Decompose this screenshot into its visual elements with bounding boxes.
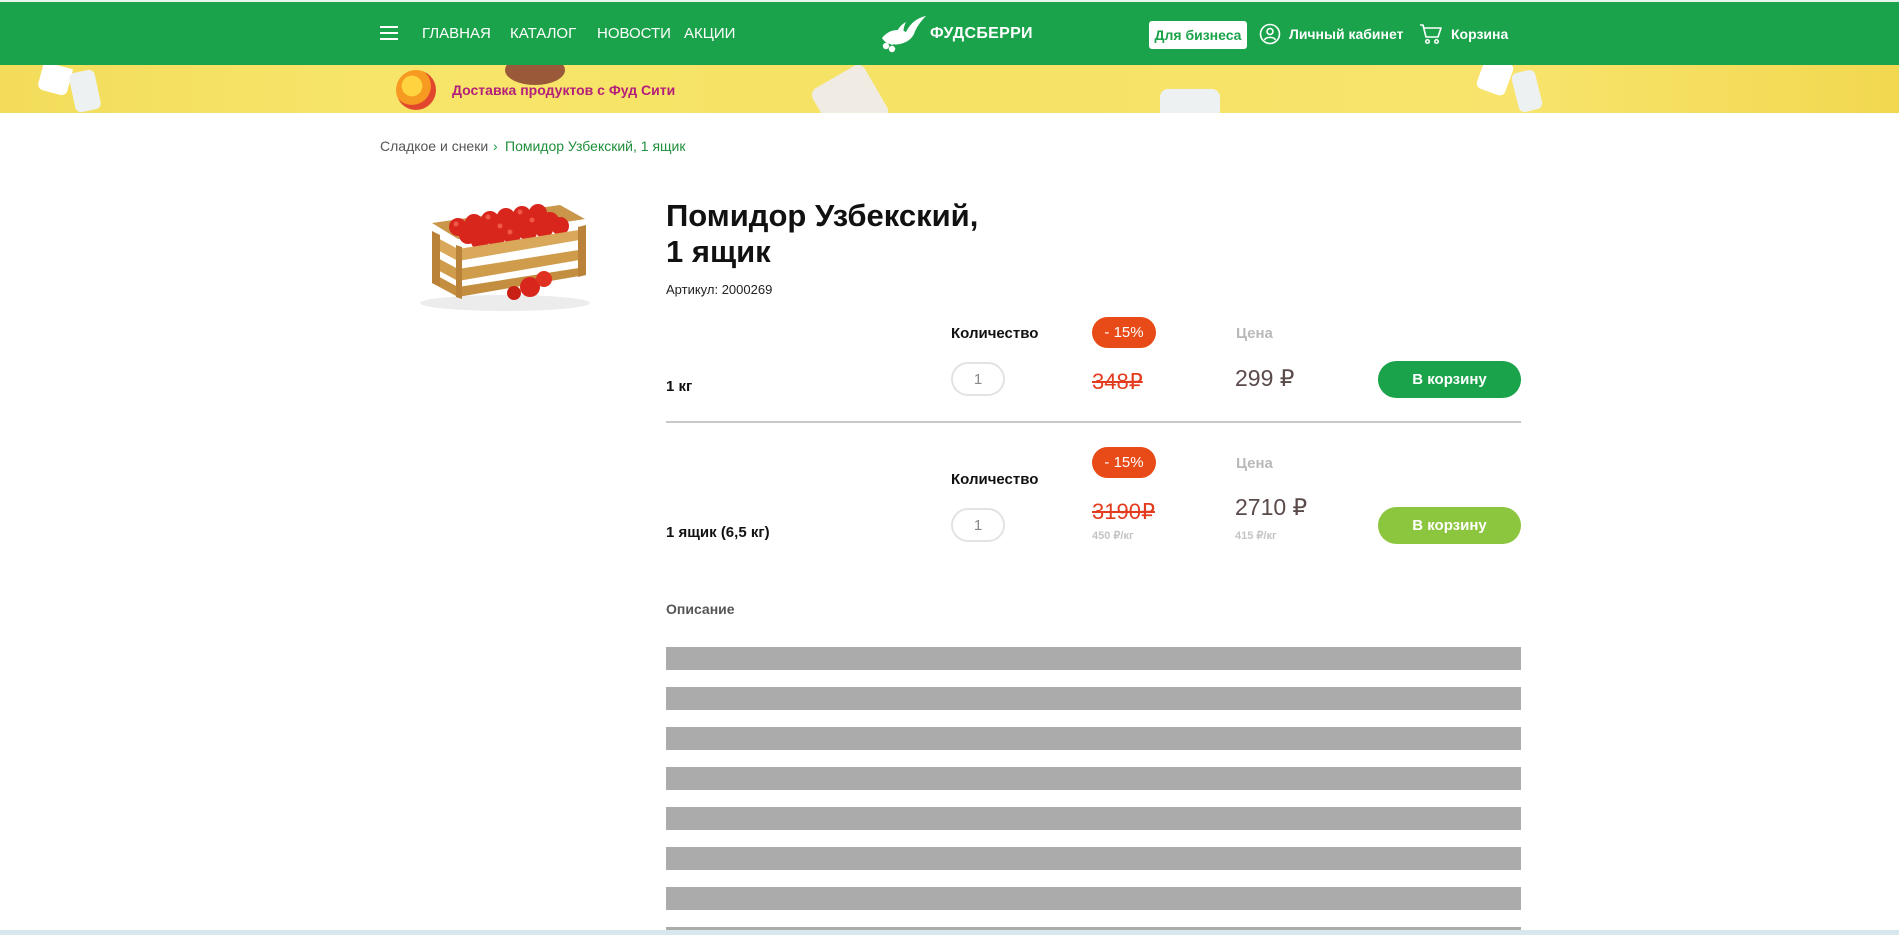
cart-icon <box>1420 24 1442 45</box>
add-to-cart-button[interactable]: В корзину <box>1378 361 1521 398</box>
cart-link[interactable]: Корзина <box>1419 19 1508 49</box>
banner-text: Доставка продуктов с Фуд Сити <box>452 82 676 98</box>
discount-badge: - 15% <box>1092 447 1156 478</box>
quantity-label: Количество <box>951 471 1039 488</box>
product-image <box>420 204 590 311</box>
old-price-per-kg: 450 ₽/кг <box>1092 530 1134 542</box>
banner-decoration <box>1160 89 1220 113</box>
cart-label: Корзина <box>1451 26 1509 42</box>
new-price: 2710 ₽ <box>1235 494 1308 520</box>
business-button[interactable]: Для бизнеса <box>1149 21 1247 49</box>
quantity-label: Количество <box>951 325 1039 342</box>
nav-catalog[interactable]: КАТАЛОГ <box>510 25 576 42</box>
banner-decoration <box>809 65 891 113</box>
product-title-line1: Помидор Узбекский, <box>666 198 979 233</box>
description-label: Описание <box>666 601 735 617</box>
window-bottom-edge <box>0 930 1899 935</box>
price-label: Цена <box>1236 325 1273 342</box>
chevron-right-icon: › <box>493 138 498 154</box>
banner-decoration <box>1510 68 1544 113</box>
description-placeholder <box>666 807 1521 830</box>
site-logo[interactable]: ФУДСБЕРРИ <box>876 14 1033 54</box>
price-label: Цена <box>1236 455 1273 472</box>
promo-banner[interactable]: Доставка продуктов с Фуд Сити <box>0 65 1899 113</box>
offer-unit: 1 кг <box>666 378 693 395</box>
account-link[interactable]: Личный кабинет <box>1259 19 1403 49</box>
product-sku: Артикул: 2000269 <box>666 282 773 297</box>
banner-decoration <box>1475 65 1515 98</box>
discount-badge: - 15% <box>1092 317 1156 348</box>
breadcrumb-current[interactable]: Помидор Узбекский, 1 ящик <box>505 138 686 154</box>
new-price-per-kg: 415 ₽/кг <box>1235 530 1277 542</box>
site-header: ГЛАВНАЯ КАТАЛОГ НОВОСТИ АКЦИИ ФУДСБЕРРИ … <box>0 0 1899 65</box>
offer-divider <box>666 421 1521 423</box>
account-label: Личный кабинет <box>1289 26 1404 42</box>
breadcrumb-category[interactable]: Сладкое и снеки <box>380 138 488 154</box>
description-placeholder <box>666 767 1521 790</box>
old-price: 3190₽ <box>1092 499 1155 524</box>
description-placeholder <box>666 687 1521 710</box>
product-title-line2: 1 ящик <box>666 234 771 269</box>
nav-promotions[interactable]: АКЦИИ <box>684 25 735 42</box>
old-price: 348₽ <box>1092 369 1143 394</box>
quantity-input[interactable] <box>951 362 1005 396</box>
banner-decoration <box>36 65 74 97</box>
nav-news[interactable]: НОВОСТИ <box>597 25 671 42</box>
description-placeholder <box>666 847 1521 870</box>
add-to-cart-button[interactable]: В корзину <box>1378 507 1521 544</box>
food-city-logo <box>396 70 436 110</box>
user-icon <box>1259 23 1281 45</box>
bird-logo-icon <box>882 16 926 53</box>
new-price: 299 ₽ <box>1235 365 1295 391</box>
menu-icon[interactable] <box>380 26 398 40</box>
banner-decoration <box>68 68 102 113</box>
nav-main[interactable]: ГЛАВНАЯ <box>422 25 491 42</box>
product-title: Помидор Узбекский, 1 ящик <box>666 198 1046 270</box>
quantity-input[interactable] <box>951 508 1005 542</box>
description-placeholder <box>666 727 1521 750</box>
offer-unit: 1 ящик (6,5 кг) <box>666 524 770 541</box>
description-placeholder <box>666 887 1521 910</box>
description-placeholder <box>666 647 1521 670</box>
logo-text: ФУДСБЕРРИ <box>930 25 1033 42</box>
